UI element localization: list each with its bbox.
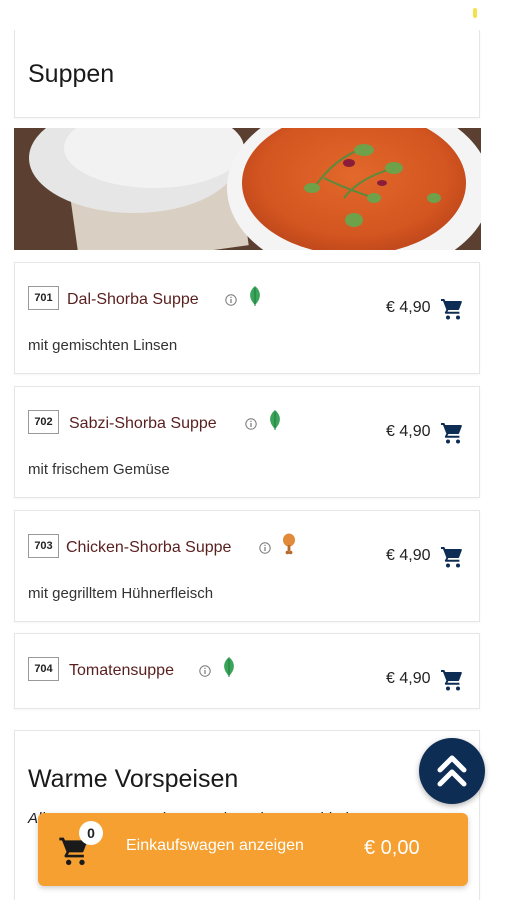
menu-item[interactable]: 704 Tomatensuppe € 4,90 [14, 633, 480, 709]
menu-item[interactable]: 702 Sabzi-Shorba Suppe mit frischem Gemü… [14, 386, 480, 498]
item-name[interactable]: Dal-Shorba Suppe [67, 291, 199, 309]
item-number: 704 [28, 657, 59, 681]
item-number: 703 [28, 534, 59, 558]
item-number: 702 [28, 410, 59, 434]
info-icon[interactable] [199, 665, 211, 677]
add-to-cart-icon[interactable] [440, 421, 464, 445]
menu-item[interactable]: 703 Chicken-Shorba Suppe mit gegrilltem … [14, 510, 480, 622]
item-name[interactable]: Tomatensuppe [69, 662, 174, 680]
cart-total: € 0,00 [364, 837, 420, 859]
item-name[interactable]: Chicken-Shorba Suppe [66, 539, 231, 557]
info-icon[interactable] [259, 542, 271, 554]
add-to-cart-icon[interactable] [440, 668, 464, 692]
item-price: € 4,90 [386, 547, 431, 564]
section-title: Suppen [28, 60, 115, 88]
chicken-leg-icon [283, 533, 295, 555]
add-to-cart-icon[interactable] [440, 297, 464, 321]
item-description: mit frischem Gemüse [28, 461, 170, 478]
item-description: mit gegrilltem Hühnerfleisch [28, 585, 214, 602]
item-description: mit gemischten Linsen [28, 337, 178, 354]
info-icon[interactable] [245, 418, 257, 430]
add-to-cart-icon[interactable] [440, 545, 464, 569]
menu-item[interactable]: 701 Dal-Shorba Suppe mit gemischten Lins… [14, 262, 480, 374]
leaf-icon [250, 286, 260, 306]
item-price: € 4,90 [386, 670, 431, 687]
item-number: 701 [28, 286, 59, 310]
status-indicator [473, 8, 477, 18]
item-price: € 4,90 [386, 423, 431, 440]
cart-count-badge: 0 [79, 821, 103, 845]
leaf-icon [270, 410, 280, 430]
section-header-card: Suppen [14, 30, 480, 118]
scroll-to-top-button[interactable] [419, 738, 485, 804]
section-hero-image [14, 128, 481, 250]
cart-label: Einkaufswagen anzeigen [126, 837, 304, 854]
item-price: € 4,90 [386, 299, 431, 316]
double-chevron-up-icon [437, 755, 467, 787]
section-title: Warme Vorspeisen [28, 765, 239, 793]
info-icon[interactable] [225, 294, 237, 306]
item-name[interactable]: Sabzi-Shorba Suppe [69, 415, 217, 433]
view-cart-button[interactable]: 0 Einkaufswagen anzeigen € 0,00 [38, 813, 468, 886]
leaf-icon [224, 657, 234, 677]
